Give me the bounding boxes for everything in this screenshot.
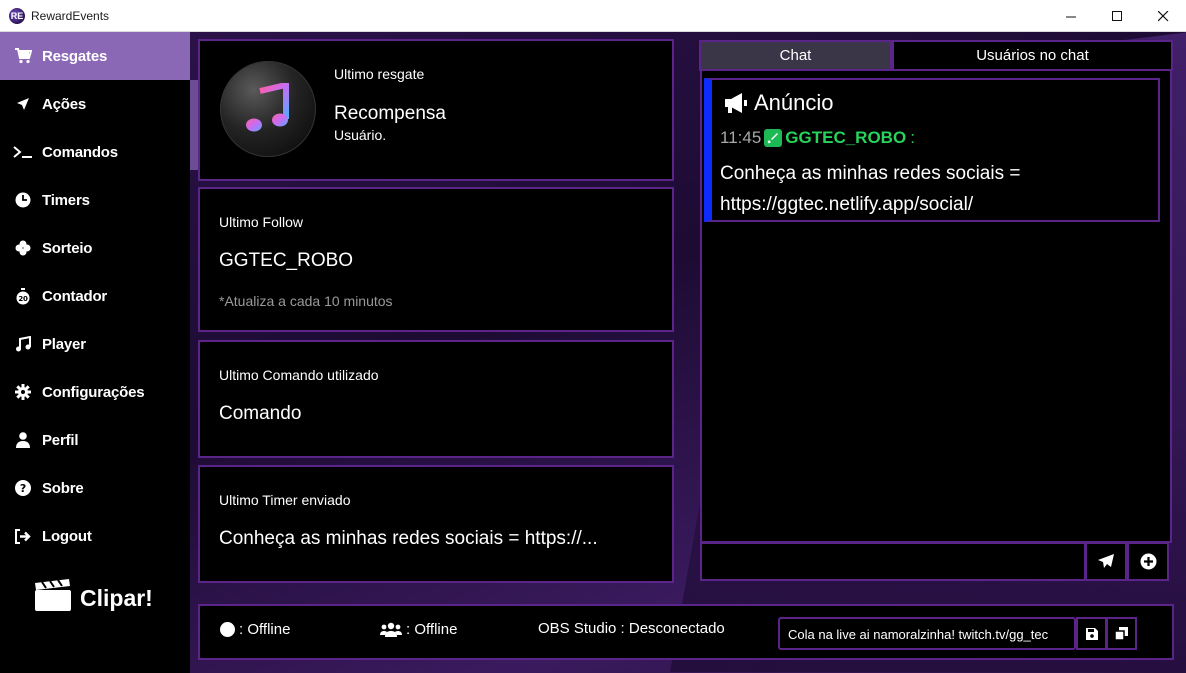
last-timer-card: Ultimo Timer enviado Conheça as minhas r…: [198, 465, 674, 583]
copy-title-button[interactable]: [1106, 617, 1137, 650]
sidebar-item-label: Logout: [42, 527, 92, 545]
sidebar-item-label: Resgates: [42, 47, 108, 65]
sidebar-item-perfil[interactable]: Perfil: [0, 416, 190, 464]
cart-icon: [12, 48, 34, 64]
obs-status-text: OBS Studio : Desconectado: [538, 620, 725, 637]
sidebar-item-label: Perfil: [42, 431, 79, 449]
sidebar-item-label: Ações: [42, 95, 87, 113]
sidebar-item-acoes[interactable]: Ações: [0, 80, 190, 128]
tab-chat[interactable]: Chat: [699, 40, 892, 71]
sidebar-item-timers[interactable]: Timers: [0, 176, 190, 224]
clip-button[interactable]: Clipar!: [34, 578, 153, 618]
question-icon: ?: [12, 480, 34, 496]
title-bar: RE RewardEvents: [0, 0, 1186, 32]
chat-users-status-text: : Offline: [406, 621, 458, 638]
sidebar-item-sobre[interactable]: ? Sobre: [0, 464, 190, 512]
arrow-icon: [12, 97, 34, 111]
sidebar-item-logout[interactable]: Logout: [0, 512, 190, 560]
last-redeem-label: Ultimo resgate: [334, 66, 425, 82]
send-message-button[interactable]: [1085, 542, 1127, 581]
last-command-value: Comando: [219, 403, 302, 424]
announcement-title: Anúncio: [754, 90, 834, 115]
save-title-button[interactable]: [1076, 617, 1107, 650]
logout-icon: [12, 528, 34, 544]
terminal-icon: [12, 145, 34, 159]
user-icon: [12, 432, 34, 448]
moderator-badge-icon: [764, 129, 783, 147]
clip-label: Clipar!: [80, 584, 153, 611]
tab-users-in-chat[interactable]: Usuários no chat: [892, 40, 1173, 71]
clock-icon: [12, 192, 34, 208]
sidebar-item-label: Timers: [42, 191, 90, 209]
sidebar-item-player[interactable]: Player: [0, 320, 190, 368]
sidebar-item-sorteio[interactable]: Sorteio: [0, 224, 190, 272]
sidebar-item-label: Sorteio: [42, 239, 93, 257]
last-timer-label: Ultimo Timer enviado: [219, 492, 351, 508]
users-group-icon: [380, 622, 402, 638]
twitch-status-text: : Offline: [239, 621, 291, 638]
copy-icon: [1115, 627, 1128, 640]
sidebar-item-label: Configurações: [42, 383, 145, 401]
last-redeem-reward: Recompensa: [334, 103, 446, 124]
sidebar-item-contador[interactable]: 20 Contador: [0, 272, 190, 320]
chat-message-announcement: Anúncio 11:45 GGTEC_ROBO : Conheça as mi…: [704, 78, 1160, 222]
megaphone-icon: [724, 92, 748, 114]
last-redeem-card: Ultimo resgate Recompensa Usuário.: [198, 39, 674, 181]
last-redeem-user: Usuário.: [334, 127, 387, 143]
sidebar-item-configuracoes[interactable]: Configurações: [0, 368, 190, 416]
chat-message-input[interactable]: [700, 542, 1086, 581]
paper-plane-icon: [1097, 554, 1115, 569]
last-follow-label: Ultimo Follow: [219, 214, 304, 230]
message-colon: :: [910, 128, 915, 147]
last-follow-note: *Atualiza a cada 10 minutos: [219, 293, 393, 309]
gear-icon: [12, 384, 34, 400]
tab-chat-label: Chat: [779, 47, 812, 64]
add-button[interactable]: [1127, 542, 1169, 581]
music-note-icon: [12, 336, 34, 352]
maximize-button[interactable]: [1094, 0, 1140, 32]
chat-users-status: : Offline: [380, 621, 457, 638]
sidebar-item-label: Player: [42, 335, 86, 353]
sidebar-item-comandos[interactable]: Comandos: [0, 128, 190, 176]
obs-status: OBS Studio : Desconectado: [538, 620, 725, 637]
stopwatch-icon: 20: [12, 287, 34, 305]
last-timer-value: Conheça as minhas redes sociais = https:…: [219, 528, 598, 549]
svg-text:20: 20: [18, 295, 28, 303]
status-dot-icon: [220, 622, 235, 637]
sidebar-item-resgates[interactable]: Resgates: [0, 32, 190, 80]
last-command-card: Ultimo Comando utilizado Comando: [198, 340, 674, 458]
music-disc-icon: [220, 61, 316, 157]
plus-circle-icon: [1140, 553, 1157, 570]
sidebar-item-label: Sobre: [42, 479, 84, 497]
clapperboard-icon: [34, 578, 72, 618]
last-follow-user: GGTEC_ROBO: [219, 250, 354, 271]
stream-title-value: Cola na live ai namoralzinha! twitch.tv/…: [788, 627, 1049, 642]
sidebar-item-label: Comandos: [42, 143, 118, 161]
clover-icon: [12, 240, 34, 256]
sidebar-item-label: Contador: [42, 287, 108, 305]
minimize-button[interactable]: [1048, 0, 1094, 32]
message-time: 11:45: [720, 128, 762, 147]
sidebar: Resgates Ações Comandos Timers Sorteio 2…: [0, 32, 190, 673]
svg-text:?: ?: [20, 482, 26, 495]
last-follow-card: Ultimo Follow GGTEC_ROBO *Atualiza a cad…: [198, 187, 674, 332]
app-logo-icon: RE: [9, 7, 25, 24]
message-text: Conheça as minhas redes sociais = https:…: [720, 163, 1021, 215]
close-button[interactable]: [1140, 0, 1186, 32]
twitch-status: : Offline: [220, 621, 290, 638]
status-bar: : Offline : Offline OBS Studio : Descone…: [198, 604, 1174, 660]
announcement-header: Anúncio: [724, 90, 834, 116]
stream-title-input[interactable]: Cola na live ai namoralzinha! twitch.tv/…: [778, 617, 1076, 650]
message-meta: 11:45 GGTEC_ROBO :: [720, 128, 915, 148]
floppy-icon: [1085, 627, 1098, 640]
last-command-label: Ultimo Comando utilizado: [219, 367, 379, 383]
tab-users-label: Usuários no chat: [976, 47, 1089, 64]
message-username[interactable]: GGTEC_ROBO: [785, 128, 906, 148]
window-title: RewardEvents: [31, 8, 110, 23]
sidebar-scroll-indicator: [190, 80, 198, 170]
